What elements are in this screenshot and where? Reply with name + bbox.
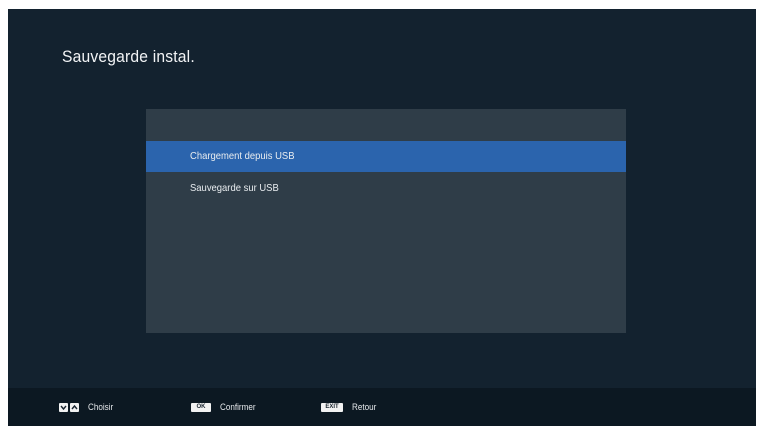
menu-item-save-to-usb[interactable]: Sauvegarde sur USB — [146, 173, 626, 204]
menu-item-load-from-usb[interactable]: Chargement depuis USB — [146, 141, 626, 172]
hint-choose: Choisir — [59, 388, 116, 426]
chevron-down-icon — [59, 402, 68, 412]
footer-hint-bar: Choisir OK Confirmer EXIT Retour — [8, 388, 756, 426]
tv-screen: Sauvegarde instal. Chargement depuis USB… — [8, 9, 756, 426]
menu-item-label: Chargement depuis USB — [190, 150, 295, 162]
hint-label: Retour — [352, 402, 377, 412]
page-title: Sauvegarde instal. — [62, 47, 195, 66]
hint-confirm: OK Confirmer — [191, 388, 260, 426]
hint-label: Choisir — [88, 402, 114, 412]
menu-item-label: Sauvegarde sur USB — [190, 182, 279, 194]
ok-key-badge: OK — [191, 402, 211, 412]
chevron-up-icon — [70, 402, 79, 412]
hint-back: EXIT Retour — [321, 388, 379, 426]
hint-label: Confirmer — [220, 402, 256, 412]
menu-panel: Chargement depuis USB Sauvegarde sur USB — [146, 109, 626, 333]
exit-key-badge: EXIT — [321, 402, 343, 412]
